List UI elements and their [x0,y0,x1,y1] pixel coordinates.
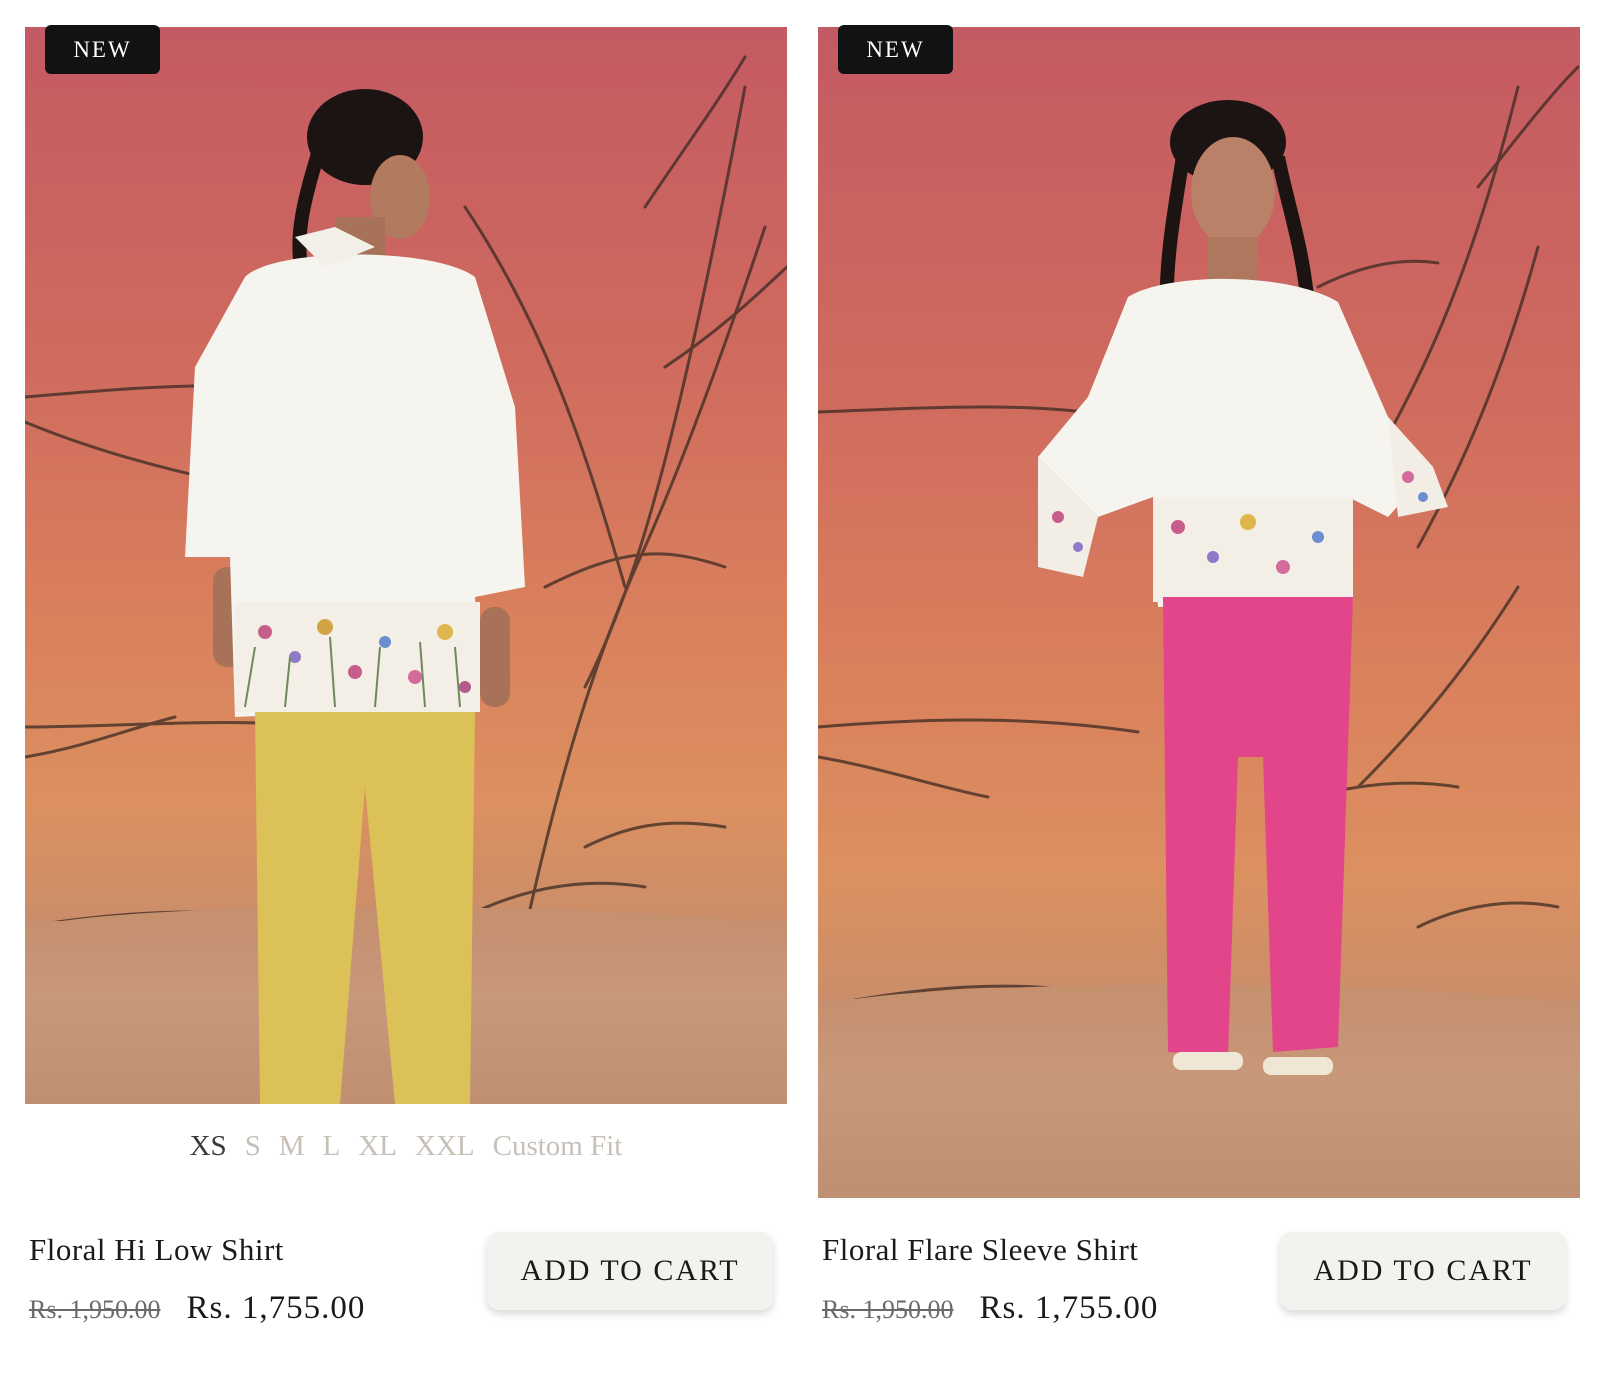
sale-price: Rs. 1,755.00 [186,1290,366,1326]
size-option-custom-fit[interactable]: Custom Fit [493,1130,623,1163]
price-block: Rs. 1,950.00 Rs. 1,755.00 [29,1290,365,1327]
compare-at-price: Rs. 1,950.00 [822,1295,954,1324]
size-options: XS S M L XL XXL Custom Fit [25,1130,787,1163]
sale-price: Rs. 1,755.00 [979,1290,1159,1326]
product-card: NEW Floral Flare Sleeve Shirt Rs. 1,950.… [818,0,1580,1376]
product-title[interactable]: Floral Flare Sleeve Shirt [822,1232,1138,1268]
model-figure [1038,100,1448,1075]
new-badge: NEW [838,25,953,74]
product-image[interactable] [25,27,787,1104]
product-grid: NEW XS S M L XL XXL Custom Fit Floral Hi Low S… [0,0,1612,1376]
model-figure [185,89,525,1104]
product-title[interactable]: Floral Hi Low Shirt [29,1232,284,1268]
add-to-cart-button[interactable]: ADD TO CART [487,1232,773,1310]
product-image[interactable] [818,27,1580,1198]
size-option-xxl[interactable]: XXL [415,1130,475,1163]
size-option-m[interactable]: M [279,1130,305,1163]
size-option-s[interactable]: S [245,1130,261,1163]
price-block: Rs. 1,950.00 Rs. 1,755.00 [822,1290,1158,1327]
new-badge: NEW [45,25,160,74]
compare-at-price: Rs. 1,950.00 [29,1295,161,1324]
size-option-xs[interactable]: XS [190,1130,227,1163]
add-to-cart-button[interactable]: ADD TO CART [1280,1232,1566,1310]
size-option-xl[interactable]: XL [358,1130,397,1163]
product-card: NEW XS S M L XL XXL Custom Fit Floral Hi Low S… [25,0,787,1376]
size-option-l[interactable]: L [323,1130,341,1163]
